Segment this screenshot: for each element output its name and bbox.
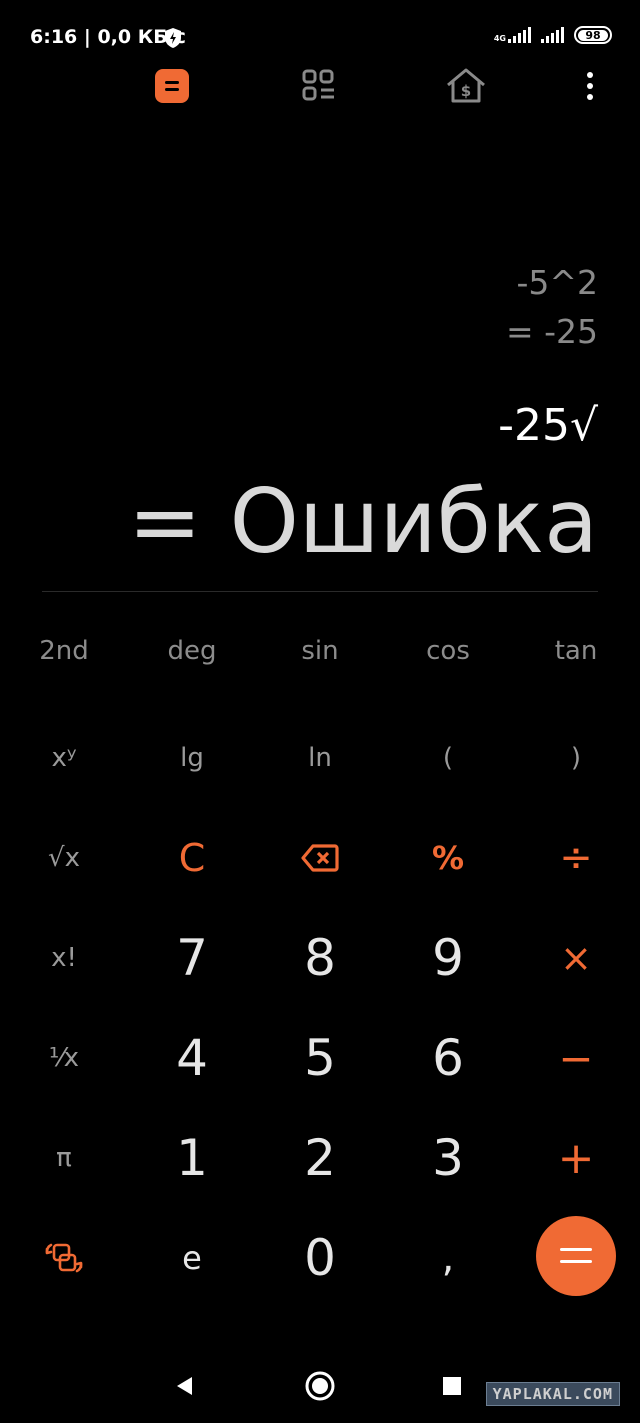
key-9[interactable]: 9 [384,908,512,1008]
app-top-bar: $ [0,64,640,108]
battery-level: 98 [578,29,608,41]
back-icon [177,1377,192,1395]
keypad-row: xʸ lg ln ( ) [0,708,640,808]
calculator-tab[interactable] [150,64,194,108]
svg-text:$: $ [461,82,471,100]
divider [42,591,598,592]
key-close-paren[interactable]: ) [512,708,640,808]
key-ln[interactable]: ln [256,708,384,808]
result-display: = Ошибка [127,470,598,573]
scientific-row: 2nd deg sin cos tan [0,622,640,682]
key-4[interactable]: 4 [128,1008,256,1108]
key-7[interactable]: 7 [128,908,256,1008]
key-5[interactable]: 5 [256,1008,384,1108]
current-expression: -25√ [498,400,598,451]
history-panel[interactable]: -5^2 = -25 [506,258,598,356]
key-deg[interactable]: deg [128,636,256,666]
signal-icon [508,27,531,43]
key-percent[interactable]: % [384,808,512,908]
key-sin[interactable]: sin [256,636,384,666]
equals-icon [560,1248,592,1263]
watermark: YAPLAKAL.COM [485,1382,620,1406]
key-2nd[interactable]: 2nd [0,636,128,666]
currency-icon: $ [447,68,485,103]
key-comma[interactable]: , [384,1208,512,1308]
finance-tab[interactable]: $ [444,64,488,108]
key-pi[interactable]: π [0,1108,128,1208]
status-time: 6:16 [30,26,78,48]
cell-signal-1: 4G [494,27,531,43]
more-icon [587,72,593,100]
key-2[interactable]: 2 [256,1108,384,1208]
key-tan[interactable]: tan [512,636,640,666]
status-right: 4G 98 [494,26,612,44]
key-cos[interactable]: cos [384,636,512,666]
keypad-row: x! 7 8 9 × [0,908,640,1008]
net-type-label: 4G [493,34,506,43]
calculator-icon [155,69,189,103]
key-open-paren[interactable]: ( [384,708,512,808]
shield-icon [165,28,181,48]
converter-tab[interactable] [297,64,341,108]
key-lg[interactable]: lg [128,708,256,808]
keypad-row: √x C % ÷ [0,808,640,908]
key-multiply[interactable]: × [512,908,640,1008]
history-expression: -5^2 [516,263,598,302]
nav-back-button[interactable] [164,1356,204,1416]
key-factorial[interactable]: x! [0,908,128,1008]
key-1[interactable]: 1 [128,1108,256,1208]
key-backspace[interactable] [256,808,384,908]
signal-icon [541,27,564,43]
key-clear[interactable]: C [128,808,256,908]
status-time-and-speed: 6:16 | 0,0 КБ/с [30,26,186,48]
key-power[interactable]: xʸ [0,708,128,808]
key-reciprocal[interactable]: ¹⁄x [0,1008,128,1108]
nav-home-button[interactable] [300,1356,340,1416]
nav-recents-button[interactable] [432,1356,472,1416]
converter-grid-icon [302,69,334,101]
key-divide[interactable]: ÷ [512,808,640,908]
equals-button[interactable] [536,1216,616,1296]
key-sqrt[interactable]: √x [0,808,128,908]
keypad-row: π 1 2 3 + [0,1108,640,1208]
recents-icon [443,1377,461,1395]
more-menu-button[interactable] [568,64,612,108]
key-8[interactable]: 8 [256,908,384,1008]
history-result: = -25 [505,312,598,351]
battery-icon: 98 [574,26,612,44]
key-e[interactable]: e [128,1208,256,1308]
key-minus[interactable]: − [512,1008,640,1108]
switch-mode-icon [45,1243,83,1273]
key-3[interactable]: 3 [384,1108,512,1208]
key-plus[interactable]: + [512,1108,640,1208]
key-switch-mode[interactable] [0,1208,128,1308]
home-icon [305,1371,335,1401]
key-0[interactable]: 0 [256,1208,384,1308]
keypad-row: ¹⁄x 4 5 6 − [0,1008,640,1108]
key-6[interactable]: 6 [384,1008,512,1108]
backspace-icon [301,844,339,872]
